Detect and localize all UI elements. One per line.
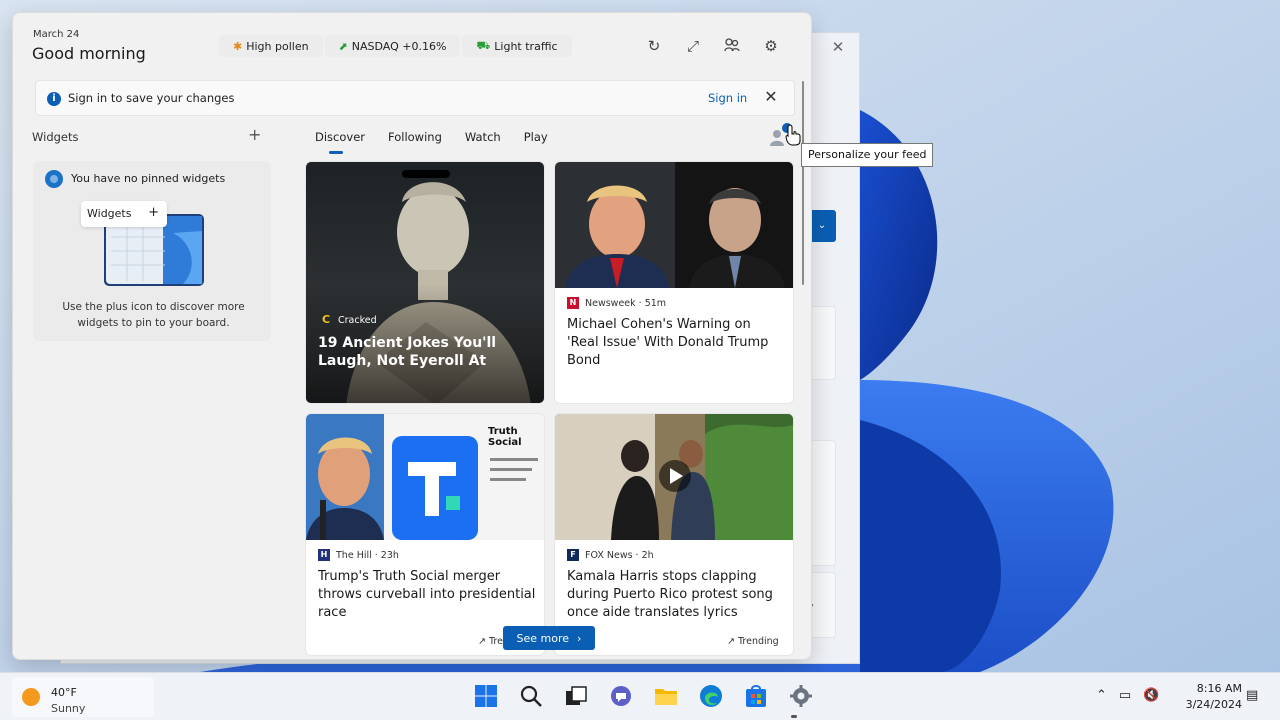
- pollen-chip[interactable]: ✱ High pollen: [219, 35, 323, 57]
- card-title: Kamala Harris stops clapping during Puer…: [567, 569, 773, 620]
- taskbar-apps: [474, 684, 813, 708]
- trending-icon: ↗: [727, 636, 735, 647]
- clock[interactable]: 8:16 AM 3/24/2024: [1168, 681, 1242, 713]
- refresh-icon[interactable]: ↻: [645, 37, 663, 55]
- source-name: The Hill · 23h: [336, 549, 399, 561]
- system-tray: ⌃ ▭ 🔇: [1096, 688, 1159, 703]
- weather-widget[interactable]: 40°F Sunny: [12, 677, 154, 717]
- cracked-logo-icon: C: [321, 313, 331, 326]
- weather-condition: Sunny: [51, 702, 86, 715]
- chip-label: Light traffic: [494, 39, 558, 53]
- stock-up-icon: ⬈: [338, 39, 348, 53]
- pollen-icon: ✱: [233, 39, 243, 53]
- trending-text: Tre: [489, 636, 503, 647]
- info-chips: ✱ High pollen ⬈ NASDAQ +0.16% ⛟ Light tr…: [219, 35, 572, 57]
- video-thumbnail-image: [555, 414, 793, 540]
- close-icon[interactable]: ✕: [762, 87, 780, 106]
- sun-icon: [22, 688, 40, 706]
- news-card-newsweek[interactable]: N Newsweek · 51m Michael Cohen's Warning…: [554, 161, 794, 404]
- empty-widgets-card: You have no pinned widgets Widgets + Use…: [33, 161, 271, 341]
- widgets-panel: March 24 Good morning ✱ High pollen ⬈ NA…: [12, 12, 812, 660]
- clock-time: 8:16 AM: [1196, 682, 1242, 695]
- source-name: Cracked: [338, 314, 377, 326]
- card-source: N Newsweek · 51m: [567, 297, 666, 309]
- scrollbar[interactable]: [802, 81, 804, 285]
- card-title: 19 Ancient Jokes You'll Laugh, Not Eyero…: [318, 335, 497, 369]
- news-card-foxnews[interactable]: F FOX News · 2h Kamala Harris stops clap…: [554, 413, 794, 656]
- card-title: Trump's Truth Social merger throws curve…: [318, 569, 536, 620]
- background-card: [808, 306, 836, 380]
- date-label: March 24: [33, 29, 80, 40]
- card-source: F FOX News · 2h: [567, 549, 654, 561]
- feed-tabs: Discover Following Watch Play: [315, 130, 571, 154]
- chip-label: High pollen: [246, 39, 309, 53]
- empty-widgets-title: You have no pinned widgets: [71, 172, 226, 185]
- traffic-icon: ⛟: [476, 38, 491, 52]
- signin-message: Sign in to save your changes: [68, 91, 235, 105]
- expand-icon[interactable]: ⤢: [684, 37, 702, 55]
- network-icon[interactable]: ▭: [1119, 688, 1131, 703]
- background-dropdown-button[interactable]: ⌄: [808, 210, 836, 242]
- tab-discover[interactable]: Discover: [315, 130, 365, 154]
- signin-bar: i Sign in to save your changes Sign in ✕: [35, 80, 795, 116]
- chevron-up-icon[interactable]: ⌃: [1096, 688, 1107, 703]
- temperature: 40°F: [51, 686, 77, 699]
- newsweek-logo-icon: N: [567, 297, 579, 309]
- personalize-tooltip: Personalize your feed: [801, 143, 934, 167]
- signin-link[interactable]: Sign in: [708, 91, 747, 105]
- card-source: H The Hill · 23h: [318, 549, 399, 561]
- clock-date: 3/24/2024: [1185, 698, 1242, 711]
- hand-cursor-icon: [785, 124, 801, 146]
- trending-text: Trending: [738, 636, 779, 647]
- news-card-thehill[interactable]: Truth Social H The Hill · 23h Trump's Tr…: [305, 413, 545, 656]
- background-close-icon[interactable]: ✕: [829, 38, 847, 56]
- news-card-cracked[interactable]: C Cracked 19 Ancient Jokes You'll Laugh,…: [305, 161, 545, 404]
- search-icon[interactable]: [519, 684, 543, 708]
- gear-icon[interactable]: ⚙: [762, 37, 780, 55]
- store-icon[interactable]: [744, 684, 768, 708]
- trending-icon: ↗: [478, 636, 486, 647]
- volume-muted-icon[interactable]: 🔇: [1143, 688, 1159, 703]
- taskbar: 40°F Sunny ⌃ ▭ 🔇 8:16 AM 3/24/2024 ▤: [0, 672, 1280, 720]
- truth-social-text: Truth Social: [488, 426, 522, 448]
- account-icon[interactable]: [723, 37, 741, 55]
- header-icons: ↻ ⤢ ⚙: [645, 37, 780, 55]
- settings-icon[interactable]: [789, 684, 813, 708]
- plus-icon: +: [148, 205, 159, 220]
- pin-icon: [45, 170, 63, 188]
- add-widget-icon[interactable]: +: [248, 125, 261, 144]
- see-more-button[interactable]: See more ›: [503, 626, 595, 650]
- thehill-logo-icon: H: [318, 549, 330, 561]
- trending-label: ↗ Trending: [727, 636, 779, 647]
- file-explorer-icon[interactable]: [654, 684, 678, 708]
- tab-watch[interactable]: Watch: [465, 130, 501, 144]
- task-view-icon[interactable]: [564, 684, 588, 708]
- chat-icon[interactable]: [609, 684, 633, 708]
- edge-icon[interactable]: [699, 684, 723, 708]
- background-card: [808, 440, 836, 566]
- start-icon[interactable]: [474, 684, 498, 708]
- traffic-chip[interactable]: ⛟ Light traffic: [462, 35, 572, 57]
- source-name: Newsweek · 51m: [585, 297, 667, 309]
- card-title: Michael Cohen's Warning on 'Real Issue' …: [567, 317, 769, 368]
- active-app-indicator: [791, 715, 797, 718]
- portraits-image: [555, 162, 793, 288]
- info-icon: i: [47, 92, 61, 106]
- nasdaq-chip[interactable]: ⬈ NASDAQ +0.16%: [324, 35, 461, 57]
- tab-play[interactable]: Play: [524, 130, 548, 144]
- see-more-label: See more: [516, 631, 570, 645]
- tab-following[interactable]: Following: [388, 130, 442, 144]
- widgets-illustration-tag: Widgets +: [81, 201, 167, 227]
- card-source: C Cracked: [320, 314, 377, 326]
- chevron-right-icon: ›: [577, 631, 582, 645]
- empty-widgets-description: Use the plus icon to discover more widge…: [62, 301, 245, 329]
- notification-icon[interactable]: ▤: [1246, 688, 1258, 703]
- foxnews-logo-icon: F: [567, 549, 579, 561]
- greeting: Good morning: [32, 44, 146, 63]
- trending-label: ↗ Tre: [478, 636, 503, 647]
- chip-label: NASDAQ +0.16%: [351, 39, 447, 53]
- source-name: FOX News · 2h: [585, 549, 654, 561]
- illustration-label: Widgets: [87, 207, 132, 220]
- widgets-title: Widgets: [32, 130, 79, 144]
